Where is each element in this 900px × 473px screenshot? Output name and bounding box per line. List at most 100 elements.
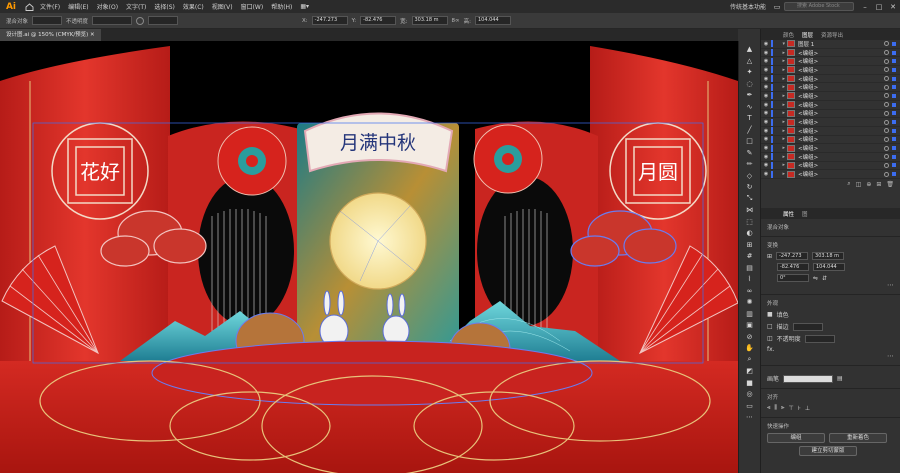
- tab-color[interactable]: 颜色: [783, 31, 794, 39]
- target-icon[interactable]: [884, 171, 889, 177]
- layer-name[interactable]: <编组>: [798, 66, 884, 74]
- visibility-eye-icon[interactable]: ◉: [761, 119, 771, 125]
- visibility-eye-icon[interactable]: ◉: [761, 67, 771, 73]
- width-field[interactable]: 303.18 m: [411, 16, 448, 25]
- tab-properties[interactable]: 属性: [783, 210, 794, 218]
- x-field[interactable]: -247.273: [776, 252, 809, 260]
- chevron-right-icon[interactable]: ▸: [775, 67, 787, 73]
- share-icon[interactable]: ▭: [770, 3, 784, 11]
- chevron-down-icon[interactable]: ▾: [775, 41, 787, 47]
- layer-name[interactable]: <编组>: [798, 144, 884, 152]
- layer-row[interactable]: ◉ ▸ <编组>: [761, 92, 900, 101]
- target-icon[interactable]: [884, 119, 889, 125]
- menu-select[interactable]: 选择(S): [154, 2, 175, 11]
- layer-name[interactable]: <编组>: [798, 135, 884, 143]
- fx-label[interactable]: fx.: [767, 346, 775, 353]
- line-tool-icon[interactable]: ╱: [745, 125, 755, 136]
- mesh-tool-icon[interactable]: #: [745, 251, 755, 262]
- visibility-eye-icon[interactable]: ◉: [761, 84, 771, 90]
- lasso-icon[interactable]: ◌: [745, 79, 755, 90]
- layer-name[interactable]: <编组>: [798, 118, 884, 126]
- chevron-right-icon[interactable]: ▸: [775, 154, 787, 160]
- chevron-right-icon[interactable]: ▸: [775, 145, 787, 151]
- graph-tool-icon[interactable]: ▥: [745, 309, 755, 320]
- height-field[interactable]: 104.044: [474, 16, 511, 25]
- target-icon[interactable]: [884, 50, 889, 56]
- target-icon[interactable]: [884, 93, 889, 99]
- align-left-icon[interactable]: ⫷: [767, 404, 770, 412]
- height-field[interactable]: 104.044: [813, 263, 845, 271]
- draw-mode-icon[interactable]: ◎: [745, 389, 755, 400]
- layer-name[interactable]: <编组>: [798, 161, 884, 169]
- chevron-right-icon[interactable]: ▸: [775, 171, 787, 177]
- free-transform-icon[interactable]: ⬚: [745, 217, 755, 228]
- visibility-eye-icon[interactable]: ◉: [761, 171, 771, 177]
- layer-name[interactable]: 图层 1: [798, 40, 884, 48]
- pencil-icon[interactable]: ✏: [745, 159, 755, 170]
- layer-row[interactable]: ◉ ▸ <编组>: [761, 170, 900, 179]
- chevron-right-icon[interactable]: ▸: [775, 136, 787, 142]
- stroke-weight-field[interactable]: [792, 322, 823, 331]
- rotate-tool-icon[interactable]: ↻: [745, 182, 755, 193]
- opacity-field[interactable]: [804, 334, 835, 343]
- width-field[interactable]: 303.18 m: [812, 252, 845, 260]
- x-field[interactable]: -247.273: [311, 16, 348, 25]
- tab-libraries[interactable]: 图: [802, 210, 808, 218]
- chevron-right-icon[interactable]: ▸: [775, 162, 787, 168]
- menu-help[interactable]: 帮助(H): [271, 2, 292, 11]
- slice-tool-icon[interactable]: ⊘: [745, 332, 755, 343]
- layer-row[interactable]: ◉ ▸ <编组>: [761, 118, 900, 127]
- rectangle-tool-icon[interactable]: □: [745, 136, 755, 147]
- layer-name[interactable]: <编组>: [798, 75, 884, 83]
- clipping-mask-button[interactable]: 建立剪切蒙版: [799, 446, 857, 456]
- more-tools-icon[interactable]: ⋯: [745, 412, 755, 423]
- chevron-right-icon[interactable]: ▸: [775, 76, 787, 82]
- pen-tool-icon[interactable]: ✒: [745, 90, 755, 101]
- target-icon[interactable]: [884, 102, 889, 108]
- hand-tool-icon[interactable]: ✋: [745, 343, 755, 354]
- visibility-eye-icon[interactable]: ◉: [761, 93, 771, 99]
- brush-dropdown[interactable]: [783, 374, 834, 383]
- visibility-eye-icon[interactable]: ◉: [761, 128, 771, 134]
- target-icon[interactable]: [884, 154, 889, 160]
- layer-name[interactable]: <编组>: [798, 49, 884, 57]
- target-icon[interactable]: [884, 67, 889, 73]
- chevron-right-icon[interactable]: ▸: [775, 110, 787, 116]
- layer-row[interactable]: ◉ ▸ <编组>: [761, 127, 900, 136]
- visibility-eye-icon[interactable]: ◉: [761, 58, 771, 64]
- align-top-icon[interactable]: ⊤: [789, 405, 794, 412]
- type-tool-icon[interactable]: T: [745, 113, 755, 124]
- delete-layer-icon[interactable]: 🗑: [886, 181, 894, 188]
- y-field[interactable]: -82.476: [777, 263, 809, 271]
- curvature-tool-icon[interactable]: ∿: [745, 102, 755, 113]
- layer-row[interactable]: ◉ ▸ <编组>: [761, 101, 900, 110]
- opacity-icon[interactable]: ◫: [767, 335, 773, 342]
- gradient-tool-icon[interactable]: ▤: [745, 263, 755, 274]
- stroke-icon[interactable]: □: [767, 323, 773, 330]
- menu-type[interactable]: 文字(T): [126, 2, 146, 11]
- target-icon[interactable]: [884, 76, 889, 82]
- eyedropper-icon[interactable]: ⌇: [745, 274, 755, 285]
- more-options-icon[interactable]: ⋯: [767, 282, 894, 289]
- fill-icon[interactable]: ■: [767, 311, 773, 318]
- workspace-switcher[interactable]: 传统基本功能: [730, 2, 766, 11]
- recolor-icon[interactable]: [136, 16, 145, 25]
- align-bottom-icon[interactable]: ⊥: [805, 405, 810, 412]
- layer-name[interactable]: <编组>: [798, 127, 884, 135]
- flip-horizontal-icon[interactable]: ⇋: [813, 275, 818, 282]
- align-center-icon[interactable]: ⫼: [774, 404, 777, 412]
- style-dropdown[interactable]: [148, 16, 179, 25]
- direct-selection-tool-icon[interactable]: △: [745, 56, 755, 67]
- visibility-eye-icon[interactable]: ◉: [761, 136, 771, 142]
- visibility-eye-icon[interactable]: ◉: [761, 145, 771, 151]
- layer-row[interactable]: ◉ ▸ <编组>: [761, 75, 900, 84]
- zoom-tool-icon[interactable]: ⌕: [745, 355, 755, 366]
- layer-row[interactable]: ◉ ▸ <编组>: [761, 153, 900, 162]
- artboard-canvas[interactable]: 花好 月圆 月满中秋: [0, 41, 738, 473]
- tab-asset-export[interactable]: 资源导出: [821, 31, 843, 39]
- fill-stroke-icon[interactable]: ◩: [745, 366, 755, 377]
- visibility-eye-icon[interactable]: ◉: [761, 110, 771, 116]
- layer-row[interactable]: ◉ ▸ <编组>: [761, 135, 900, 145]
- chevron-right-icon[interactable]: ▸: [775, 58, 787, 64]
- artboard-tool-icon[interactable]: ▣: [745, 320, 755, 331]
